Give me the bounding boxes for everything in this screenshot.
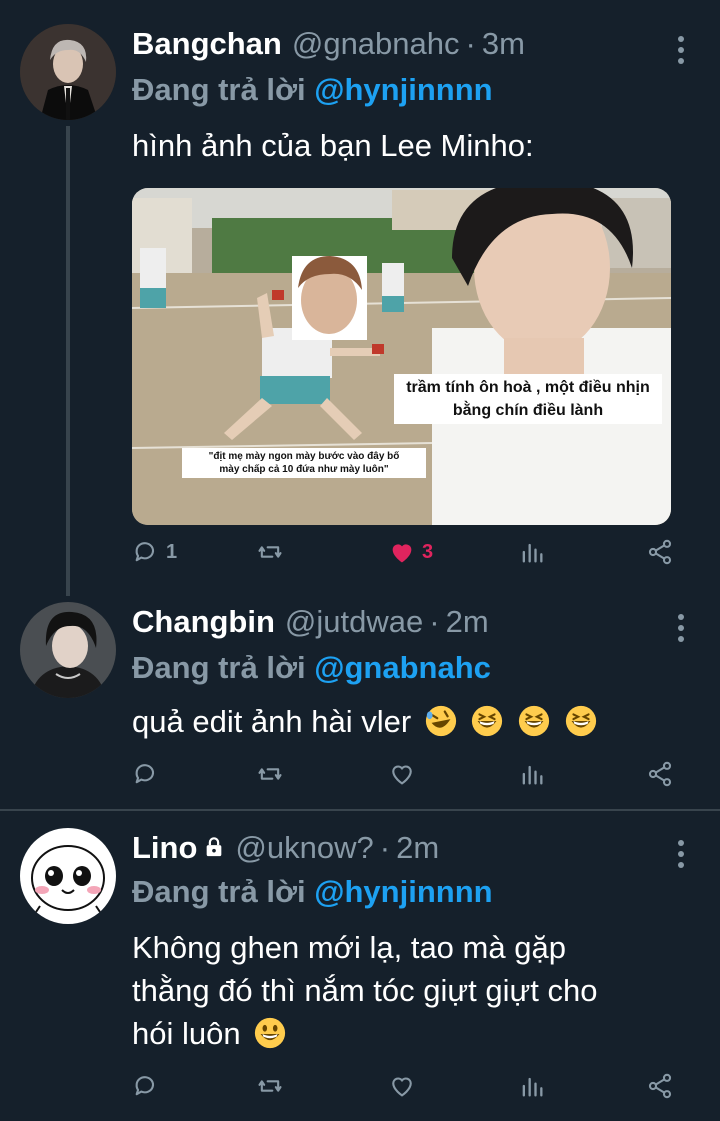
meme-caption-right: trầm tính ôn hoà , một điều nhịn bằng ch… (394, 374, 662, 424)
mention-link[interactable]: @gnabnahc (314, 650, 491, 685)
mention-link[interactable]: @hynjinnnn (314, 874, 492, 909)
retweet-icon (258, 1080, 282, 1092)
caption-line: mày chấp cả 10 đứa như mày luôn" (219, 464, 389, 475)
more-options-icon[interactable] (678, 840, 686, 873)
retweet-button[interactable] (256, 760, 284, 788)
retweet-button[interactable] (256, 538, 284, 566)
share-button[interactable] (646, 538, 674, 566)
tweet-media[interactable]: trầm tính ôn hoà , một điều nhịn bằng ch… (132, 188, 671, 525)
tweet-text-line-last: hói luôn (132, 1012, 702, 1055)
display-name[interactable]: Bangchan (132, 26, 282, 62)
like-count: 3 (422, 540, 434, 563)
heart-outline-icon (392, 765, 412, 785)
heart-filled-icon (392, 544, 412, 563)
retweet-icon (258, 768, 282, 780)
analytics-button[interactable] (518, 538, 546, 566)
reply-icon (135, 764, 155, 784)
grinning-squinting-emoji (565, 705, 596, 737)
reply-count: 1 (166, 540, 178, 563)
tweet-divider (0, 809, 720, 811)
user-handle[interactable]: @jutdwae (285, 604, 423, 640)
analytics-button[interactable] (518, 760, 546, 788)
tweet-text-line: Không ghen mới lạ, tao mà gặp (132, 930, 566, 965)
tweet-lino[interactable]: Lino @uknow? · 2m Đang trả lời @hynjinnn… (0, 828, 720, 1108)
grinning-squinting-emoji (518, 705, 550, 737)
heart-outline-icon (392, 1077, 412, 1097)
avatar[interactable] (20, 24, 116, 120)
share-icon (648, 539, 672, 565)
retweet-icon (258, 546, 282, 558)
tweet-changbin[interactable]: Changbin @jutdwae · 2m Đang trả lời @gna… (0, 602, 720, 802)
reply-button[interactable]: 1 (132, 538, 177, 566)
replying-to-label: Đang trả lời (132, 72, 306, 107)
caption-line: bằng chín điều lành (452, 402, 604, 419)
tweet-header: Bangchan @gnabnahc · 3m (132, 26, 525, 70)
caption-line: "địt mẹ mày ngon mày bước vào đây bố (208, 451, 400, 462)
separator-dot: · (429, 604, 440, 639)
replying-to: Đang trả lời @hynjinnnn (132, 874, 493, 910)
replying-to: Đang trả lời @hynjinnnn (132, 72, 493, 108)
share-button[interactable] (646, 760, 674, 788)
reply-icon (135, 542, 155, 562)
more-options-icon[interactable] (678, 614, 686, 647)
tweet-text: quả edit ảnh hài vler (132, 704, 412, 739)
share-icon (648, 1073, 672, 1099)
reply-button[interactable] (132, 1072, 160, 1100)
replying-to: Đang trả lời @gnabnahc (132, 650, 491, 686)
tweet-actions: 1 3 (132, 538, 680, 574)
grinning-squinting-emoji (472, 705, 503, 737)
tweet-text-container: quả edit ảnh hài vler (132, 700, 692, 743)
tweet-text-line: hói luôn (132, 1016, 241, 1051)
avatar[interactable] (20, 602, 116, 698)
timestamp[interactable]: 2m (446, 604, 489, 640)
tweet-header: Changbin @jutdwae · 2m (132, 604, 489, 648)
more-options-icon[interactable] (678, 36, 686, 69)
like-button[interactable] (388, 1072, 416, 1100)
caption-line: trầm tính ôn hoà , một điều nhịn (406, 379, 650, 396)
reply-icon (135, 1076, 155, 1096)
display-name[interactable]: Lino (132, 830, 197, 866)
like-button[interactable] (388, 760, 416, 788)
tweet-text: hình ảnh của bạn Lee Minho: (132, 128, 534, 163)
meme-caption-left: "địt mẹ mày ngon mày bước vào đây bố mày… (182, 448, 426, 478)
tweet-actions (132, 760, 680, 796)
grinning-face-emoji (255, 1017, 286, 1049)
mention-link[interactable]: @hynjinnnn (314, 72, 492, 107)
share-button[interactable] (646, 1072, 674, 1100)
avatar[interactable] (20, 828, 116, 924)
tweet-bangchan[interactable]: Bangchan @gnabnahc · 3m Đang trả lời @hy… (0, 24, 720, 584)
user-handle[interactable]: @uknow? (235, 830, 373, 866)
user-handle[interactable]: @gnabnahc (292, 26, 460, 62)
like-button[interactable]: 3 (388, 538, 433, 566)
tweet-actions (132, 1072, 680, 1108)
retweet-button[interactable] (256, 1072, 284, 1100)
timestamp[interactable]: 2m (396, 830, 439, 866)
reply-button[interactable] (132, 760, 160, 788)
analytics-icon (522, 543, 543, 563)
rolling-on-floor-laughing-emoji (425, 705, 456, 737)
analytics-icon (522, 765, 543, 785)
replying-to-label: Đang trả lời (132, 874, 306, 909)
analytics-button[interactable] (518, 1072, 546, 1100)
lock-icon (207, 837, 222, 857)
timestamp[interactable]: 3m (482, 26, 525, 62)
display-name[interactable]: Changbin (132, 604, 275, 640)
tweet-header: Lino @uknow? · 2m (132, 830, 439, 874)
separator-dot: · (379, 830, 391, 865)
analytics-icon (522, 1077, 543, 1097)
separator-dot: · (465, 26, 476, 61)
replying-to-label: Đang trả lời (132, 650, 306, 685)
tweet-text: Không ghen mới lạ, tao mà gặp thằng đó t… (132, 926, 702, 1055)
tweet-text-line: thằng đó thì nắm tóc giựt giựt cho (132, 973, 598, 1008)
share-icon (648, 761, 672, 787)
